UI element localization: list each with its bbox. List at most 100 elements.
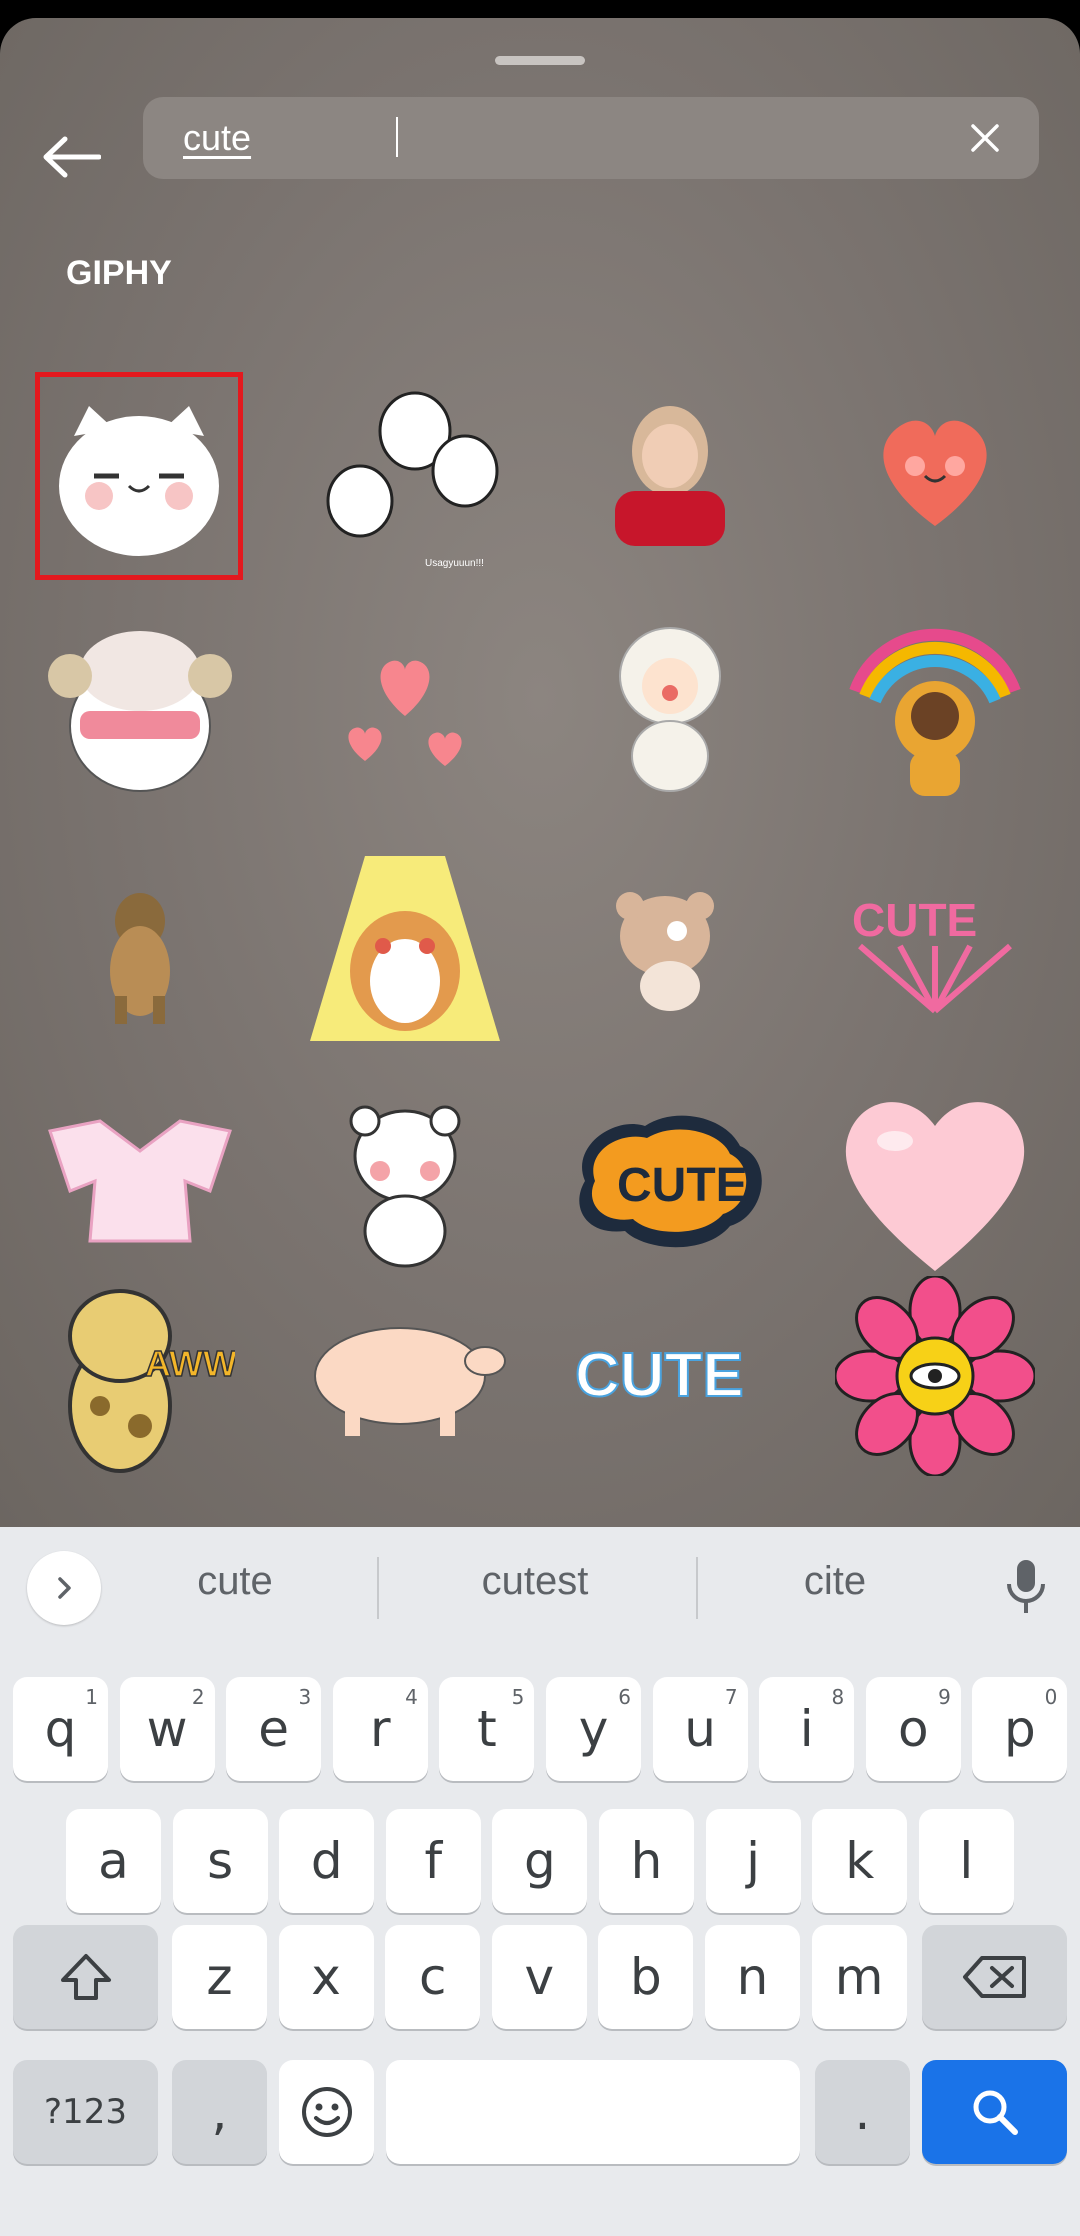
suggestion-bar: cute cutest cite xyxy=(0,1527,1080,1637)
key-m[interactable]: m xyxy=(811,1925,907,2029)
backspace-icon xyxy=(962,1956,1026,1998)
clear-icon[interactable] xyxy=(967,120,1003,156)
key-label: x xyxy=(311,1948,341,2006)
key-hint: 2 xyxy=(191,1685,205,1709)
heart-face-sticker[interactable] xyxy=(820,356,1050,586)
emoji-key[interactable] xyxy=(279,2060,374,2164)
key-label: v xyxy=(524,1948,555,2006)
key-label: q xyxy=(44,1700,77,1758)
key-j[interactable]: j xyxy=(705,1809,801,1913)
bear-sticker[interactable] xyxy=(555,836,785,1066)
key-label: z xyxy=(206,1948,233,2006)
key-hint: 4 xyxy=(405,1685,418,1709)
key-i[interactable]: i8 xyxy=(759,1677,855,1781)
positive-vibes-sticker[interactable] xyxy=(820,596,1050,826)
key-a[interactable]: a xyxy=(66,1809,161,1913)
svg-text:AWW: AWW xyxy=(145,1343,235,1384)
puppy-costume-sticker[interactable] xyxy=(555,596,785,826)
key-label: i xyxy=(799,1700,814,1758)
drag-handle[interactable] xyxy=(495,56,585,65)
key-f[interactable]: f xyxy=(385,1809,481,1913)
key-x[interactable]: x xyxy=(278,1925,374,2029)
key-label: j xyxy=(746,1832,761,1890)
symbols-key[interactable]: ?123 xyxy=(13,2060,158,2164)
cat-sticker[interactable] xyxy=(35,372,243,580)
key-o[interactable]: o9 xyxy=(865,1677,961,1781)
key-c[interactable]: c xyxy=(385,1925,481,2029)
svg-text:Usagyuuun!!!: Usagyuuun!!! xyxy=(425,558,484,569)
suggestion-3[interactable]: cite xyxy=(750,1559,920,1604)
key-l[interactable]: l xyxy=(918,1809,1014,1913)
key-z[interactable]: z xyxy=(172,1925,267,2029)
key-label: r xyxy=(370,1700,391,1758)
key-v[interactable]: v xyxy=(491,1925,587,2029)
key-label: l xyxy=(959,1832,974,1890)
key-hint: 0 xyxy=(1044,1685,1058,1709)
suggestion-1[interactable]: cute xyxy=(150,1559,320,1604)
sheep-sticker[interactable] xyxy=(25,596,255,826)
key-label: b xyxy=(630,1948,662,2006)
pig-sticker[interactable] xyxy=(290,1261,520,1491)
svg-text:CUTE: CUTE xyxy=(852,894,977,946)
search-key[interactable] xyxy=(922,2060,1067,2164)
hearts-sticker[interactable] xyxy=(290,596,520,826)
key-label: o xyxy=(898,1700,929,1758)
key-q[interactable]: q1 xyxy=(13,1677,108,1781)
backspace-key[interactable] xyxy=(922,1925,1067,2029)
key-b[interactable]: b xyxy=(598,1925,694,2029)
key-n[interactable]: n xyxy=(705,1925,800,2029)
key-e[interactable]: e3 xyxy=(226,1677,322,1781)
girl-sticker[interactable] xyxy=(555,356,785,586)
microphone-icon[interactable] xyxy=(1004,1557,1048,1617)
shift-key[interactable] xyxy=(13,1925,158,2029)
period-key[interactable]: . xyxy=(815,2060,910,2164)
key-p[interactable]: p0 xyxy=(972,1677,1068,1781)
yorkie-sticker[interactable] xyxy=(25,836,255,1066)
key-t[interactable]: t5 xyxy=(439,1677,535,1781)
section-title: GIPHY xyxy=(66,254,172,292)
key-hint: 7 xyxy=(724,1685,738,1709)
key-k[interactable]: k xyxy=(812,1809,908,1913)
key-label: u xyxy=(684,1700,716,1758)
chevron-right-icon[interactable] xyxy=(27,1551,101,1625)
key-g[interactable]: g xyxy=(492,1809,588,1913)
key-w[interactable]: w2 xyxy=(119,1677,215,1781)
key-hint: 3 xyxy=(298,1685,312,1709)
key-hint: 6 xyxy=(618,1685,631,1709)
key-u[interactable]: u7 xyxy=(652,1677,748,1781)
key-label: d xyxy=(310,1832,343,1890)
cute-rainbow-text-sticker[interactable]: CUTE xyxy=(555,1261,785,1491)
comma-key[interactable]: , xyxy=(172,2060,267,2164)
divider xyxy=(696,1557,698,1619)
key-label: e xyxy=(258,1700,290,1758)
key-label: h xyxy=(630,1832,663,1890)
space-key[interactable] xyxy=(386,2060,800,2164)
key-label: p xyxy=(1004,1700,1036,1758)
search-input[interactable]: cute xyxy=(143,97,1039,179)
key-hint: 5 xyxy=(511,1685,525,1709)
key-label: t xyxy=(477,1700,497,1758)
cute-text-sticker[interactable]: CUTE xyxy=(820,836,1050,1066)
key-label: g xyxy=(524,1832,556,1890)
flower-sticker[interactable] xyxy=(820,1261,1050,1491)
shiba-sticker[interactable] xyxy=(290,836,520,1066)
search-text: cute xyxy=(183,117,252,158)
key-hint: 1 xyxy=(85,1685,98,1709)
key-label: a xyxy=(98,1832,129,1890)
key-r[interactable]: r4 xyxy=(332,1677,428,1781)
back-arrow-icon[interactable] xyxy=(38,130,104,184)
key-label: w xyxy=(146,1700,188,1758)
search-icon xyxy=(973,2090,1018,2135)
bunnies-sticker[interactable]: Usagyuuun!!! xyxy=(290,356,520,586)
suggestion-2[interactable]: cutest xyxy=(440,1559,630,1604)
key-label: n xyxy=(736,1948,769,2006)
key-label: m xyxy=(834,1948,884,2006)
key-s[interactable]: s xyxy=(172,1809,268,1913)
key-h[interactable]: h xyxy=(599,1809,694,1913)
keyboard: cute cutest cite q1w2e3r4t5y6u7i8o9p0asd… xyxy=(0,1527,1080,2236)
key-hint: 9 xyxy=(938,1685,951,1709)
key-label: c xyxy=(418,1948,447,2006)
giraffe-sticker[interactable]: AWW xyxy=(25,1261,255,1491)
key-y[interactable]: y6 xyxy=(546,1677,641,1781)
key-d[interactable]: d xyxy=(279,1809,375,1913)
